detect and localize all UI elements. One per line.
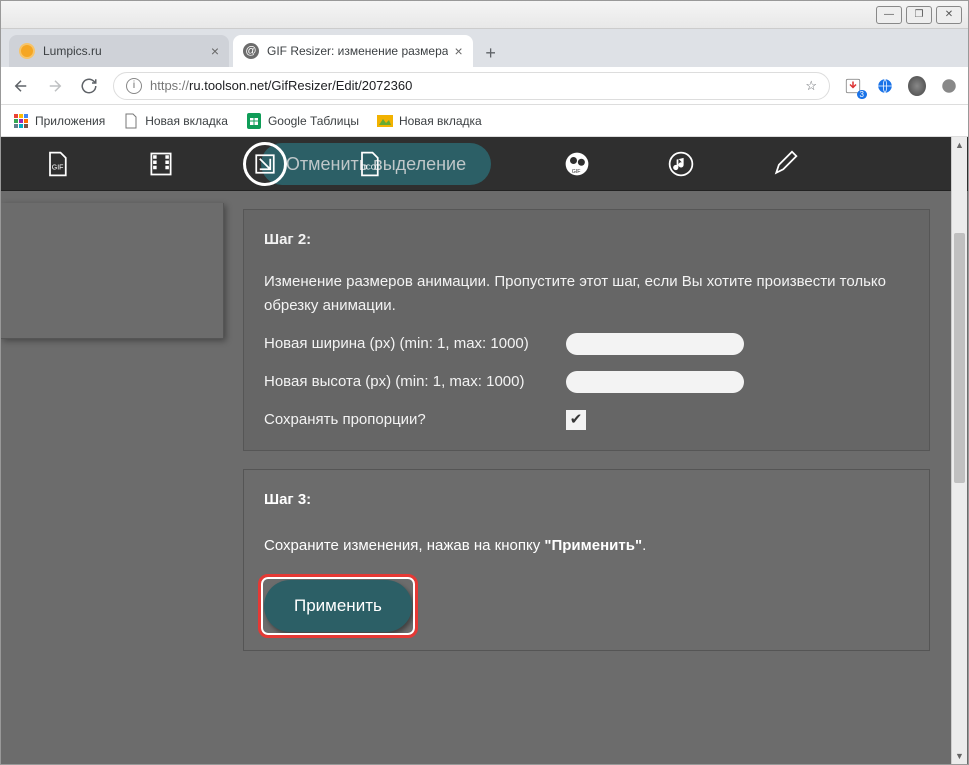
site-info-icon[interactable]: i (126, 78, 142, 94)
svg-text:ICO: ICO (364, 164, 377, 171)
window-titlebar: — ❐ ✕ (1, 1, 968, 29)
svg-text:GIF: GIF (572, 168, 581, 174)
window-minimize-button[interactable]: — (876, 6, 902, 24)
step3-title: Шаг 3: (264, 488, 909, 512)
doc-icon (123, 113, 139, 129)
sidebar-preview-box (1, 203, 224, 339)
bookmarks-apps[interactable]: Приложения (13, 113, 105, 129)
browser-menu-icon[interactable] (940, 77, 958, 95)
width-field-row: Новая ширина (px) (min: 1, max: 1000) (264, 332, 909, 356)
step2-title: Шаг 2: (264, 228, 909, 252)
movie-tool-icon[interactable]: GIF (561, 148, 593, 180)
bookmark-label: Новая вкладка (399, 114, 482, 128)
bookmark-label: Приложения (35, 114, 105, 128)
filmstrip-tool-icon[interactable] (145, 148, 177, 180)
height-field-row: Новая высота (px) (min: 1, max: 1000) (264, 370, 909, 394)
scroll-down-icon[interactable]: ▼ (952, 748, 967, 764)
main-content: Шаг 2: Изменение размеров анимации. Проп… (223, 191, 968, 764)
scroll-thumb[interactable] (954, 233, 965, 483)
window-close-button[interactable]: ✕ (936, 6, 962, 24)
edit-tool-icon[interactable] (769, 148, 801, 180)
tab-favicon: @ (243, 43, 259, 59)
page-viewport: Отменить выделение GIF ICO RAWJPG GIF Ша… (1, 137, 968, 764)
profile-avatar[interactable] (908, 77, 926, 95)
bookmarks-bar: Приложения Новая вкладка Google Таблицы … (1, 105, 968, 137)
audio-tool-icon[interactable] (665, 148, 697, 180)
address-bar: i https://ru.toolson.net/GifResizer/Edit… (1, 67, 968, 105)
url-text: https://ru.toolson.net/GifResizer/Edit/2… (150, 78, 412, 93)
height-input[interactable] (566, 371, 744, 393)
step3-description: Сохраните изменения, нажав на кнопку "Пр… (264, 534, 909, 558)
nav-reload-button[interactable] (79, 76, 99, 96)
bookmark-google-sheets[interactable]: Google Таблицы (246, 113, 359, 129)
browser-window: — ❐ ✕ Lumpics.ru × @ GIF Resizer: измене… (0, 0, 969, 765)
vertical-scrollbar[interactable]: ▲ ▼ (951, 137, 967, 764)
window-maximize-button[interactable]: ❐ (906, 6, 932, 24)
bookmark-label: Google Таблицы (268, 114, 359, 128)
ico-tool-icon[interactable]: ICO (353, 148, 385, 180)
tab-title: GIF Resizer: изменение размера (267, 44, 448, 58)
tab-lumpics[interactable]: Lumpics.ru × (9, 35, 229, 67)
idm-badge: 3 (857, 90, 867, 99)
keep-ratio-checkbox[interactable]: ✔ (566, 410, 586, 430)
tab-close-icon[interactable]: × (454, 43, 462, 59)
tab-favicon (19, 43, 35, 59)
step3-card: Шаг 3: Сохраните изменения, нажав на кно… (243, 469, 930, 651)
tab-gif-resizer[interactable]: @ GIF Resizer: изменение размера × (233, 35, 473, 67)
apps-icon (13, 113, 29, 129)
width-label: Новая ширина (px) (min: 1, max: 1000) (264, 332, 554, 356)
sidebar (1, 191, 223, 764)
keep-ratio-label: Сохранять пропорции? (264, 408, 554, 432)
step2-description: Изменение размеров анимации. Пропустите … (264, 270, 909, 318)
image-icon (377, 113, 393, 129)
bookmark-new-tab-1[interactable]: Новая вкладка (123, 113, 228, 129)
resize-tool-icon[interactable] (249, 148, 281, 180)
scroll-track[interactable] (952, 153, 967, 748)
scroll-up-icon[interactable]: ▲ (952, 137, 967, 153)
tab-close-icon[interactable]: × (211, 43, 219, 59)
url-input[interactable]: i https://ru.toolson.net/GifResizer/Edit… (113, 72, 830, 100)
apply-button[interactable]: Применить (264, 580, 412, 632)
step2-card: Шаг 2: Изменение размеров анимации. Проп… (243, 209, 930, 451)
bookmark-new-tab-2[interactable]: Новая вкладка (377, 113, 482, 129)
svg-text:GIF: GIF (52, 164, 64, 171)
gif-tool-icon[interactable]: GIF (41, 148, 73, 180)
new-tab-button[interactable]: + (477, 39, 505, 67)
globe-extension-icon[interactable] (876, 77, 894, 95)
tab-title: Lumpics.ru (43, 44, 205, 58)
sheets-icon (246, 113, 262, 129)
bookmark-star-icon[interactable]: ☆ (805, 78, 817, 94)
keep-ratio-row: Сохранять пропорции? ✔ (264, 408, 909, 432)
nav-forward-button[interactable] (45, 76, 65, 96)
apply-button-highlight: Применить (264, 580, 412, 632)
bookmark-label: Новая вкладка (145, 114, 228, 128)
height-label: Новая высота (px) (min: 1, max: 1000) (264, 370, 554, 394)
tab-strip: Lumpics.ru × @ GIF Resizer: изменение ра… (1, 29, 968, 67)
nav-back-button[interactable] (11, 76, 31, 96)
width-input[interactable] (566, 333, 744, 355)
idm-extension-icon[interactable]: 3 (844, 77, 862, 95)
toolbar-icons: 3 (844, 77, 958, 95)
site-toolbar: Отменить выделение GIF ICO RAWJPG GIF (1, 137, 968, 191)
